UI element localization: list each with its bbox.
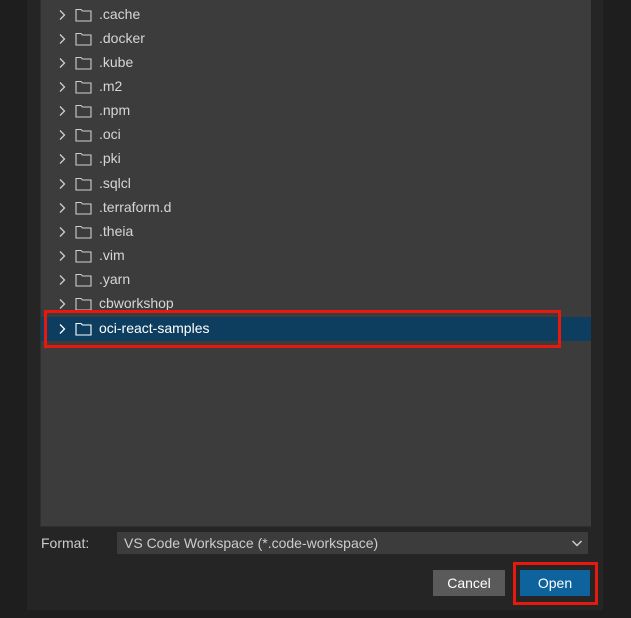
tree-row-label: .m2 [99, 78, 123, 94]
folder-icon [75, 225, 92, 239]
tree-row-terraform[interactable]: .terraform.d [41, 196, 591, 220]
chevron-right-icon[interactable] [56, 9, 68, 21]
folder-icon [75, 152, 92, 166]
folder-icon [75, 201, 92, 215]
format-label: Format: [41, 535, 90, 551]
folder-icon [75, 32, 92, 46]
folder-icon [75, 128, 92, 142]
chevron-right-icon[interactable] [56, 105, 68, 117]
tree-row-label: .vim [99, 247, 125, 263]
chevron-right-icon[interactable] [56, 298, 68, 310]
folder-icon [75, 273, 92, 287]
tree-row-label: .npm [99, 102, 131, 118]
tree-row-oci[interactable]: .oci [41, 123, 591, 147]
tree-row-label: cbworkshop [99, 295, 174, 311]
tree-row-label: .yarn [99, 271, 131, 287]
tree-row-docker[interactable]: .docker [41, 27, 591, 51]
chevron-right-icon[interactable] [56, 202, 68, 214]
tree-row-pki[interactable]: .pki [41, 147, 591, 171]
tree-row-label: .terraform.d [99, 199, 172, 215]
chevron-right-icon[interactable] [56, 178, 68, 190]
tree-row-label: .kube [99, 54, 134, 70]
tree-row-sqlcl[interactable]: .sqlcl [41, 172, 591, 196]
chevron-right-icon[interactable] [56, 57, 68, 69]
tree-row-kube[interactable]: .kube [41, 51, 591, 75]
tree-row-label: .pki [99, 150, 121, 166]
tree-row-m2[interactable]: .m2 [41, 75, 591, 99]
folder-icon [75, 297, 92, 311]
cancel-button[interactable]: Cancel [433, 570, 505, 596]
tree-row-cache[interactable]: .cache [41, 3, 591, 27]
open-highlight-box [513, 562, 598, 605]
selection-highlight-box [44, 310, 561, 348]
tree-row-theia[interactable]: .theia [41, 220, 591, 244]
chevron-right-icon[interactable] [56, 274, 68, 286]
chevron-right-icon[interactable] [56, 129, 68, 141]
chevron-down-icon [571, 540, 583, 547]
tree-row-yarn[interactable]: .yarn [41, 268, 591, 292]
tree-row-label: .docker [99, 30, 145, 46]
tree-row-npm[interactable]: .npm [41, 99, 591, 123]
folder-icon [75, 8, 92, 22]
chevron-right-icon[interactable] [56, 250, 68, 262]
chevron-right-icon[interactable] [56, 81, 68, 93]
format-select[interactable]: VS Code Workspace (*.code-workspace) [117, 532, 588, 554]
tree-row-label: .sqlcl [99, 175, 131, 191]
chevron-right-icon[interactable] [56, 33, 68, 45]
tree-row-label: .cache [99, 6, 141, 22]
folder-icon [75, 80, 92, 94]
chevron-right-icon[interactable] [56, 153, 68, 165]
folder-icon [75, 56, 92, 70]
folder-icon [75, 104, 92, 118]
format-select-value: VS Code Workspace (*.code-workspace) [124, 535, 379, 551]
folder-icon [75, 177, 92, 191]
folder-tree[interactable]: .cache .docker .kube .m2 .npm .oci .pki … [40, 0, 591, 527]
tree-row-label: .theia [99, 223, 134, 239]
tree-row-label: .oci [99, 126, 121, 142]
chevron-right-icon[interactable] [56, 226, 68, 238]
tree-row-vim[interactable]: .vim [41, 244, 591, 268]
folder-icon [75, 249, 92, 263]
